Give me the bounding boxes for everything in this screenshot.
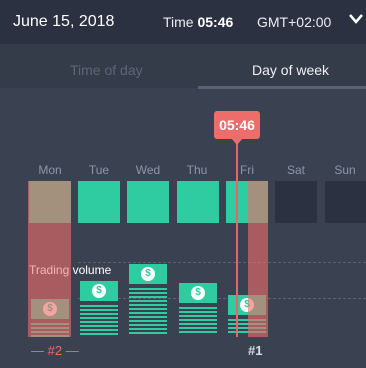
marker-left-text: #2 bbox=[47, 343, 63, 358]
active-tab-indicator bbox=[198, 86, 366, 89]
day-cell-sun bbox=[325, 181, 366, 223]
day-label-fri: Fri bbox=[240, 163, 254, 177]
tab-time-of-day[interactable]: Time of day bbox=[70, 62, 143, 78]
volume-stack-wed: $ bbox=[129, 262, 167, 337]
grid-line bbox=[78, 298, 366, 299]
current-time-badge-text: 05:46 bbox=[219, 117, 255, 133]
grid-line bbox=[78, 262, 366, 263]
money-icon: $ bbox=[179, 283, 217, 303]
trading-volume-label: Trading volume bbox=[29, 263, 111, 277]
day-label-thu: Thu bbox=[186, 163, 208, 177]
money-icon: $ bbox=[129, 264, 167, 284]
day-cell-wed bbox=[127, 181, 169, 223]
day-cell-thu bbox=[177, 181, 219, 223]
chevron-down-icon[interactable] bbox=[348, 12, 364, 31]
trading-volume-label-prefix: Trading bbox=[29, 263, 70, 277]
day-label-wed: Wed bbox=[135, 163, 161, 177]
day-cell-tue bbox=[78, 181, 120, 223]
current-time-badge: 05:46 bbox=[214, 111, 260, 139]
volume-stack-tue: $ bbox=[80, 279, 118, 337]
tab-bar: Time of day Day of week bbox=[0, 44, 366, 89]
time-label: Time bbox=[163, 14, 194, 30]
money-icon: $ bbox=[80, 281, 118, 301]
marker-left-dash: — bbox=[31, 343, 48, 358]
day-label-sat: Sat bbox=[286, 163, 305, 177]
day-label-sun: Sun bbox=[334, 163, 356, 177]
volume-stack-thu: $ bbox=[179, 281, 217, 337]
time-value: 05:46 bbox=[197, 14, 234, 30]
marker-left-dash: — bbox=[62, 343, 79, 358]
marker-right: #1 bbox=[248, 343, 263, 358]
day-label-tue: Tue bbox=[88, 163, 110, 177]
top-bar: June 15, 2018 Time 05:46 GMT+02:00 bbox=[0, 0, 366, 44]
highlight-column-fri bbox=[248, 181, 268, 337]
current-time-line bbox=[236, 144, 238, 337]
timezone-text: GMT+02:00 bbox=[257, 14, 332, 30]
highlight-column-mon bbox=[28, 181, 71, 337]
date-text: June 15, 2018 bbox=[13, 13, 115, 30]
marker-left: — #2 — bbox=[31, 343, 79, 358]
time-display: Time 05:46 bbox=[163, 14, 233, 30]
tab-day-of-week[interactable]: Day of week bbox=[252, 62, 329, 78]
day-cell-sat bbox=[275, 181, 317, 223]
trading-volume-label-suffix: volume bbox=[72, 263, 112, 277]
day-label-mon: Mon bbox=[38, 163, 62, 177]
